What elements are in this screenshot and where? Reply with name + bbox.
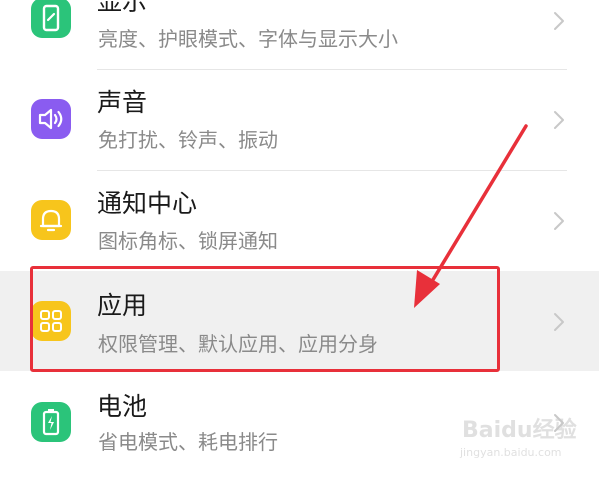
settings-item-subtitle: 省电模式、耗电排行 — [98, 430, 278, 454]
settings-item-title: 电池 — [97, 392, 148, 421]
red-highlight-box — [30, 266, 500, 372]
settings-item-subtitle: 免打扰、铃声、振动 — [98, 128, 278, 152]
settings-item-display[interactable]: 显示 亮度、护眼模式、字体与显示大小 — [0, 0, 599, 67]
settings-item-subtitle: 亮度、护眼模式、字体与显示大小 — [98, 27, 398, 51]
watermark-logo: Baidu经验 — [462, 418, 577, 443]
settings-item-title: 通知中心 — [97, 189, 198, 218]
settings-item-sound[interactable]: 声音 免打扰、铃声、振动 — [0, 70, 599, 170]
settings-item-subtitle: 图标角标、锁屏通知 — [98, 229, 278, 253]
baidu-jingyan-watermark: Baidu经验 jingyan.baidu.com — [452, 410, 582, 466]
chevron-right-icon — [554, 313, 564, 331]
display-icon — [31, 0, 71, 38]
chevron-right-icon — [554, 12, 564, 30]
bell-icon — [31, 200, 71, 240]
chevron-right-icon — [554, 111, 564, 129]
settings-screen: 显示 亮度、护眼模式、字体与显示大小 声音 免打扰、铃声、振动 通知中心 图标角… — [0, 0, 599, 477]
settings-item-title: 声音 — [97, 88, 148, 117]
watermark-url: jingyan.baidu.com — [460, 446, 562, 459]
settings-item-notifications[interactable]: 通知中心 图标角标、锁屏通知 — [0, 171, 599, 271]
battery-icon — [31, 402, 71, 442]
chevron-right-icon — [554, 212, 564, 230]
speaker-icon — [31, 99, 71, 139]
settings-item-title: 显示 — [97, 0, 148, 16]
